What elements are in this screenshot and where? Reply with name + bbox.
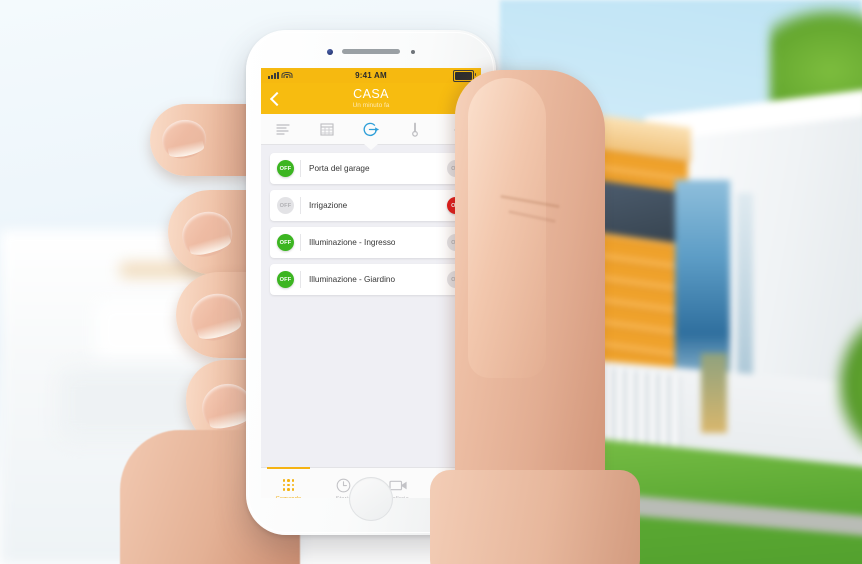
clock-icon [336,477,351,494]
device-row[interactable]: OFF Irrigazione ON [270,190,472,221]
list-icon[interactable] [268,118,298,140]
device-label: Illuminazione - Giardino [309,275,396,284]
thumb [468,78,546,378]
device-label: Illuminazione - Ingresso [309,238,396,247]
page-subtitle: Un minuto fa [352,101,390,109]
grid-dots-icon [282,477,295,494]
row-divider [300,234,301,251]
screenshot-scene: 9:41 AM CASA Un minuto fa OFF Porta del … [0,0,862,564]
calendar-icon[interactable] [312,118,342,140]
wifi-icon [281,72,292,79]
front-camera-icon [327,49,333,55]
wrist [430,470,640,564]
cellular-signal-icon [268,72,279,79]
proximity-sensor-icon [411,50,415,54]
earpiece-speaker [342,49,400,54]
device-label: Porta del garage [309,164,370,173]
app-navigation-bar: CASA Un minuto fa [261,83,481,114]
home-button[interactable] [349,477,393,521]
device-row[interactable]: OFF Illuminazione - Giardino ON [270,264,472,295]
fingernail [158,115,210,163]
status-bar: 9:41 AM [261,68,481,83]
toolbar-caret-indicator [364,144,378,150]
nav-title-block: CASA Un minuto fa [352,86,390,110]
device-label: Irrigazione [309,201,348,210]
row-divider [300,271,301,288]
fingernail [176,205,238,263]
tab-comando[interactable]: Comando [261,467,316,499]
chevron-left-icon[interactable] [268,92,282,106]
category-toolbar [261,114,481,145]
video-camera-icon [389,477,408,494]
status-bar-time: 9:41 AM [355,71,387,80]
toggle-off-button[interactable]: OFF [277,234,294,251]
fingernail [184,287,248,347]
exit-arrow-icon[interactable] [356,118,386,140]
row-divider [300,160,301,177]
toggle-off-button[interactable]: OFF [277,197,294,214]
device-list: OFF Porta del garage ON OFF Irrigazione … [261,144,481,499]
phone-screen: 9:41 AM CASA Un minuto fa OFF Porta del … [261,68,481,498]
status-bar-left [268,72,292,79]
device-row[interactable]: OFF Illuminazione - Ingresso ON [270,227,472,258]
toggle-off-button[interactable]: OFF [277,271,294,288]
device-row[interactable]: OFF Porta del garage ON [270,153,472,184]
thermometer-icon[interactable] [400,118,430,140]
page-title: CASA [353,86,389,101]
row-divider [300,197,301,214]
tab-label: Comando [276,496,302,499]
toggle-off-button[interactable]: OFF [277,160,294,177]
